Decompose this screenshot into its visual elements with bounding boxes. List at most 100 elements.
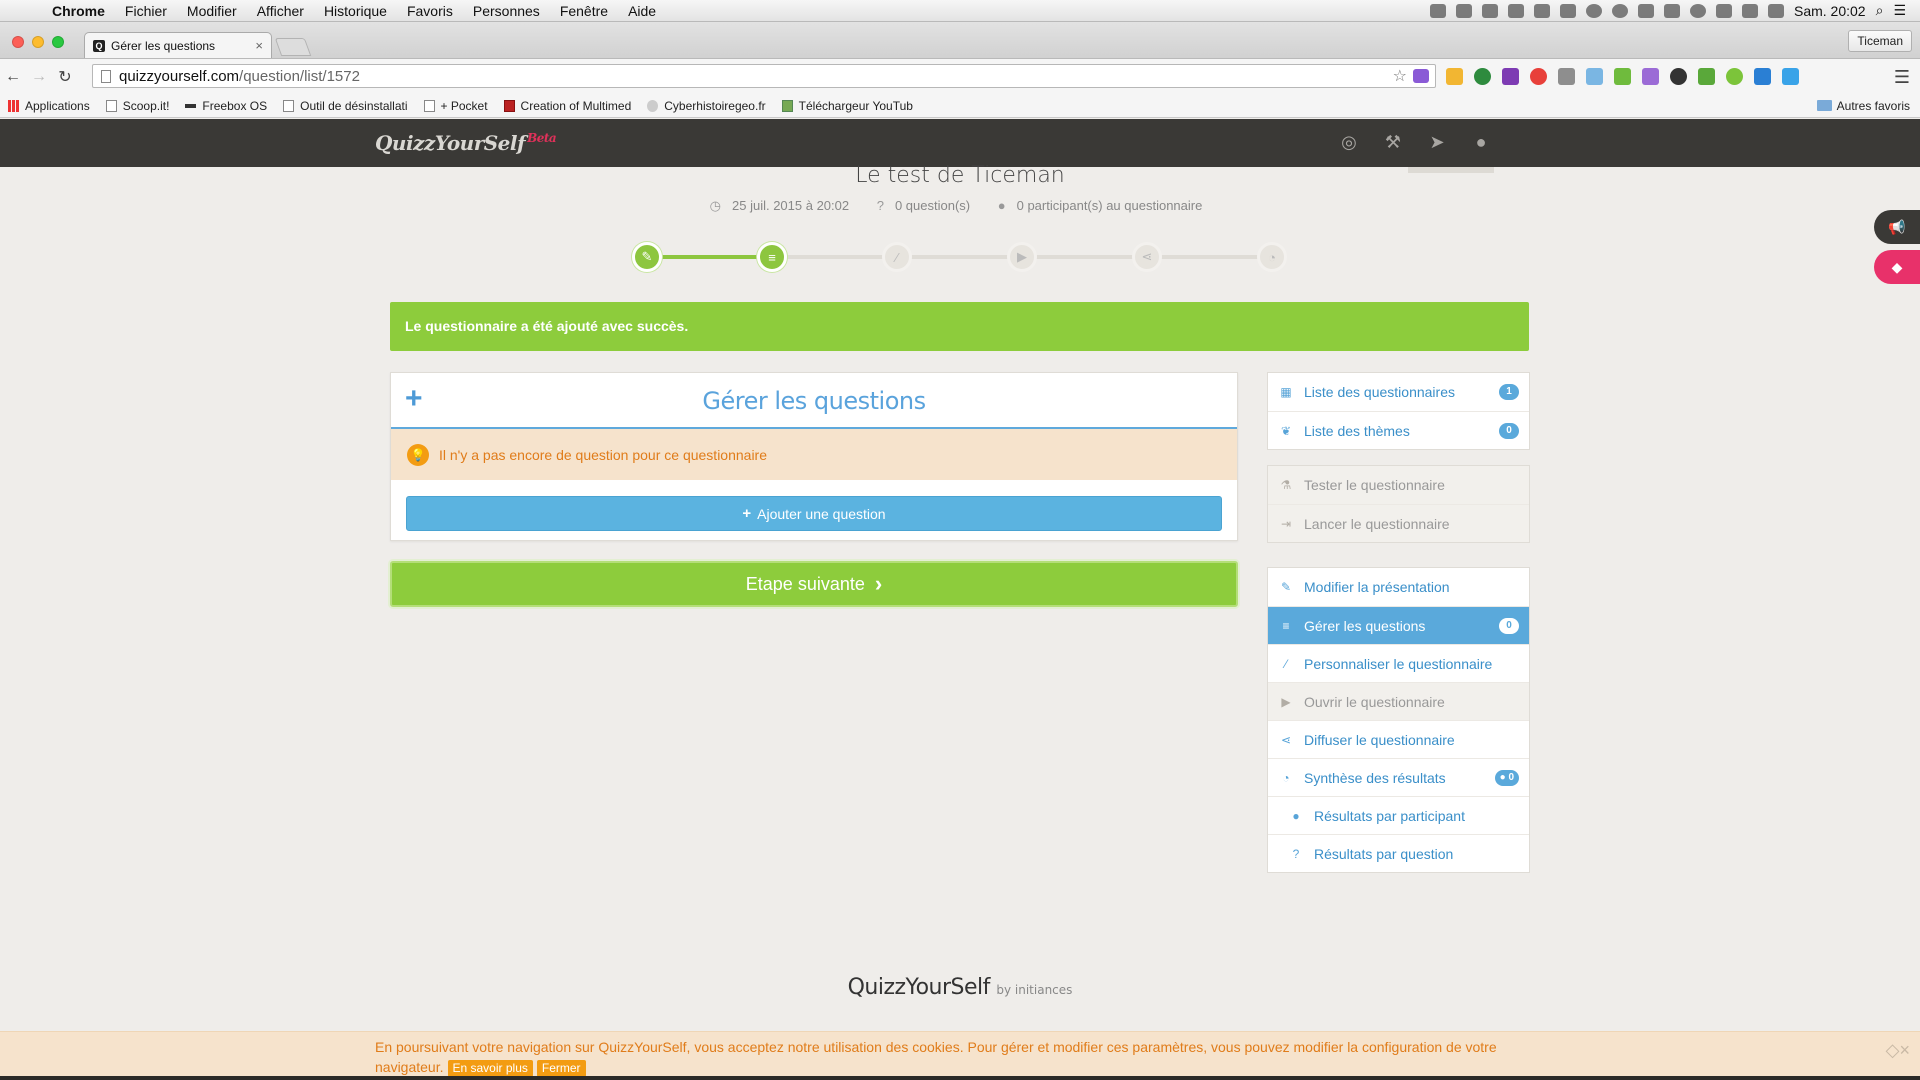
tools-icon[interactable]: ⚒ bbox=[1382, 131, 1404, 153]
clock[interactable]: Sam. 20:02 bbox=[1794, 3, 1866, 19]
forward-arrow-icon[interactable]: → bbox=[26, 68, 52, 86]
airplay-tray-icon[interactable] bbox=[1637, 3, 1654, 18]
cloud-tray-icon[interactable] bbox=[1481, 3, 1498, 18]
menu-app[interactable]: Chrome bbox=[42, 3, 115, 19]
footer-brand[interactable]: QuizzYourSelf by initiances bbox=[0, 975, 1920, 1000]
menu-aide[interactable]: Aide bbox=[618, 3, 666, 19]
notification-center-icon[interactable]: ☰ bbox=[1893, 2, 1906, 19]
eye-tray-icon[interactable] bbox=[1611, 3, 1628, 18]
add-plus-icon[interactable]: + bbox=[405, 384, 423, 414]
chrome-menu-icon[interactable]: ☰ bbox=[1894, 67, 1910, 88]
eject-tray-icon[interactable] bbox=[1663, 3, 1680, 18]
sidebar-item-results-question[interactable]: ? Résultats par question bbox=[1268, 834, 1529, 872]
menu-fichier[interactable]: Fichier bbox=[115, 3, 177, 19]
bookmark-freebox[interactable]: Freebox OS bbox=[185, 99, 267, 113]
sidebar-item-launch[interactable]: ⇥ Lancer le questionnaire bbox=[1268, 504, 1529, 542]
extension-icon[interactable] bbox=[1698, 68, 1715, 85]
extension-puzzle-icon[interactable] bbox=[1413, 69, 1429, 83]
bookmark-cyberhistoiregeo[interactable]: Cyberhistoiregeo.fr bbox=[647, 99, 766, 113]
extension-icon[interactable] bbox=[1726, 68, 1743, 85]
sidebar-item-results-summary[interactable]: ◔ Synthèse des résultats ● 0 bbox=[1268, 758, 1529, 796]
user-icon[interactable]: ● bbox=[1470, 131, 1492, 153]
back-arrow-icon[interactable]: ← bbox=[0, 68, 26, 86]
sidebar-item-results-participant[interactable]: ● Résultats par participant bbox=[1268, 796, 1529, 834]
step-customize-brush-icon[interactable]: ⁄ bbox=[882, 242, 912, 272]
extension-icon[interactable] bbox=[1782, 68, 1799, 85]
menu-personnes[interactable]: Personnes bbox=[463, 3, 550, 19]
sidebar-item-test[interactable]: ⚗ Tester le questionnaire bbox=[1268, 466, 1529, 504]
questions-panel-header: + Gérer les questions bbox=[391, 373, 1237, 429]
bell-tray-icon[interactable] bbox=[1585, 3, 1602, 18]
site-logo[interactable]: QuizzYourSelf Beta bbox=[375, 131, 557, 155]
bookmark-outil[interactable]: Outil de désinstallati bbox=[283, 99, 408, 113]
bookmark-pocket[interactable]: + Pocket bbox=[423, 99, 488, 113]
volume-tray-icon[interactable] bbox=[1767, 3, 1784, 18]
browser-tab[interactable]: Q Gérer les questions × bbox=[84, 32, 272, 58]
share-icon: ⋖ bbox=[1280, 732, 1292, 747]
reload-icon[interactable]: ↻ bbox=[52, 67, 78, 87]
sidebar-item-share[interactable]: ⋖ Diffuser le questionnaire bbox=[1268, 720, 1529, 758]
checkbox-tray-icon[interactable] bbox=[1429, 3, 1446, 18]
zoom-window-button[interactable] bbox=[52, 36, 64, 48]
bookmark-star-icon[interactable]: ☆ bbox=[1393, 66, 1407, 86]
bookmark-creation-multimedia[interactable]: Creation of Multimed bbox=[503, 99, 631, 113]
extension-icon[interactable] bbox=[1558, 68, 1575, 85]
wifi-tray-icon[interactable] bbox=[1741, 3, 1758, 18]
next-step-button[interactable]: Etape suivante › bbox=[390, 561, 1238, 607]
dropbox-tray-icon[interactable] bbox=[1455, 3, 1472, 18]
quiz-question-count: ? 0 question(s) bbox=[876, 198, 971, 213]
profile-button[interactable]: Ticeman bbox=[1848, 30, 1912, 52]
feather-icon[interactable] bbox=[1642, 68, 1659, 85]
sidebar-item-questionnaires[interactable]: ▦ Liste des questionnaires 1 bbox=[1268, 373, 1529, 411]
bookmark-applications[interactable]: Applications bbox=[8, 99, 90, 113]
close-window-button[interactable] bbox=[12, 36, 24, 48]
menu-modifier[interactable]: Modifier bbox=[177, 3, 247, 19]
extension-icon[interactable] bbox=[1614, 68, 1631, 85]
menu-fenetre[interactable]: Fenêtre bbox=[550, 3, 618, 19]
other-bookmarks[interactable]: Autres favoris bbox=[1816, 99, 1910, 113]
sidebar-item-manage-questions[interactable]: ≡ Gérer les questions 0 bbox=[1268, 606, 1529, 644]
bookmark-youtube-downloader[interactable]: Téléchargeur YouTub bbox=[781, 99, 913, 113]
cookie-dismiss-icon[interactable]: ◇× bbox=[1886, 1040, 1910, 1060]
page-info-icon[interactable] bbox=[101, 69, 111, 83]
address-bar[interactable]: quizzyourself.com/question/list/1572 ☆ bbox=[92, 64, 1436, 88]
extension-icon[interactable] bbox=[1754, 68, 1771, 85]
cookie-close-button[interactable]: Fermer bbox=[536, 1060, 586, 1077]
camera-icon[interactable] bbox=[1586, 68, 1603, 85]
premium-diamond-icon[interactable]: ◆ bbox=[1874, 250, 1920, 284]
cookie-more-button[interactable]: En savoir plus bbox=[447, 1060, 533, 1077]
spotlight-icon[interactable]: ⌕ bbox=[1876, 2, 1884, 19]
sidebar-item-customize[interactable]: ⁄ Personnaliser le questionnaire bbox=[1268, 644, 1529, 682]
photo-tray-icon[interactable] bbox=[1533, 3, 1550, 18]
extension-icon[interactable] bbox=[1670, 68, 1687, 85]
menu-afficher[interactable]: Afficher bbox=[247, 3, 314, 19]
send-icon[interactable]: ➤ bbox=[1426, 131, 1448, 153]
step-edit-pencil-icon[interactable]: ✎ bbox=[632, 242, 662, 272]
onenote-icon[interactable] bbox=[1502, 68, 1519, 85]
tab-close-icon[interactable]: × bbox=[255, 38, 263, 53]
time-machine-tray-icon[interactable] bbox=[1689, 3, 1706, 18]
count-badge: 1 bbox=[1499, 384, 1519, 400]
bookmark-scoopit[interactable]: Scoop.it! bbox=[105, 99, 169, 113]
owl-icon bbox=[647, 99, 659, 112]
step-results-pie-icon[interactable]: ◔ bbox=[1257, 242, 1287, 272]
sidebar-item-edit-presentation[interactable]: ✎ Modifier la présentation bbox=[1268, 568, 1529, 606]
bluetooth-tray-icon[interactable] bbox=[1715, 3, 1732, 18]
step-open-play-icon[interactable]: ▶ bbox=[1007, 242, 1037, 272]
step-share-icon[interactable]: ⋖ bbox=[1132, 242, 1162, 272]
menu-favoris[interactable]: Favoris bbox=[397, 3, 463, 19]
extension-icon[interactable] bbox=[1446, 68, 1463, 85]
support-icon[interactable]: ◎ bbox=[1338, 131, 1360, 153]
sidebar-item-themes[interactable]: ❦ Liste des thèmes 0 bbox=[1268, 411, 1529, 449]
extension-icon[interactable] bbox=[1474, 68, 1491, 85]
new-tab-button[interactable] bbox=[274, 38, 312, 56]
feedback-megaphone-icon[interactable]: 📢 bbox=[1874, 210, 1920, 244]
minimize-window-button[interactable] bbox=[32, 36, 44, 48]
menu-historique[interactable]: Historique bbox=[314, 3, 397, 19]
onedrive-tray-icon[interactable] bbox=[1559, 3, 1576, 18]
drive-tray-icon[interactable] bbox=[1507, 3, 1524, 18]
step-questions-list-icon[interactable]: ≡ bbox=[757, 242, 787, 272]
sidebar-item-open[interactable]: ▶ Ouvrir le questionnaire bbox=[1268, 682, 1529, 720]
add-question-button[interactable]: + Ajouter une question bbox=[406, 496, 1222, 531]
extension-icon[interactable] bbox=[1530, 68, 1547, 85]
